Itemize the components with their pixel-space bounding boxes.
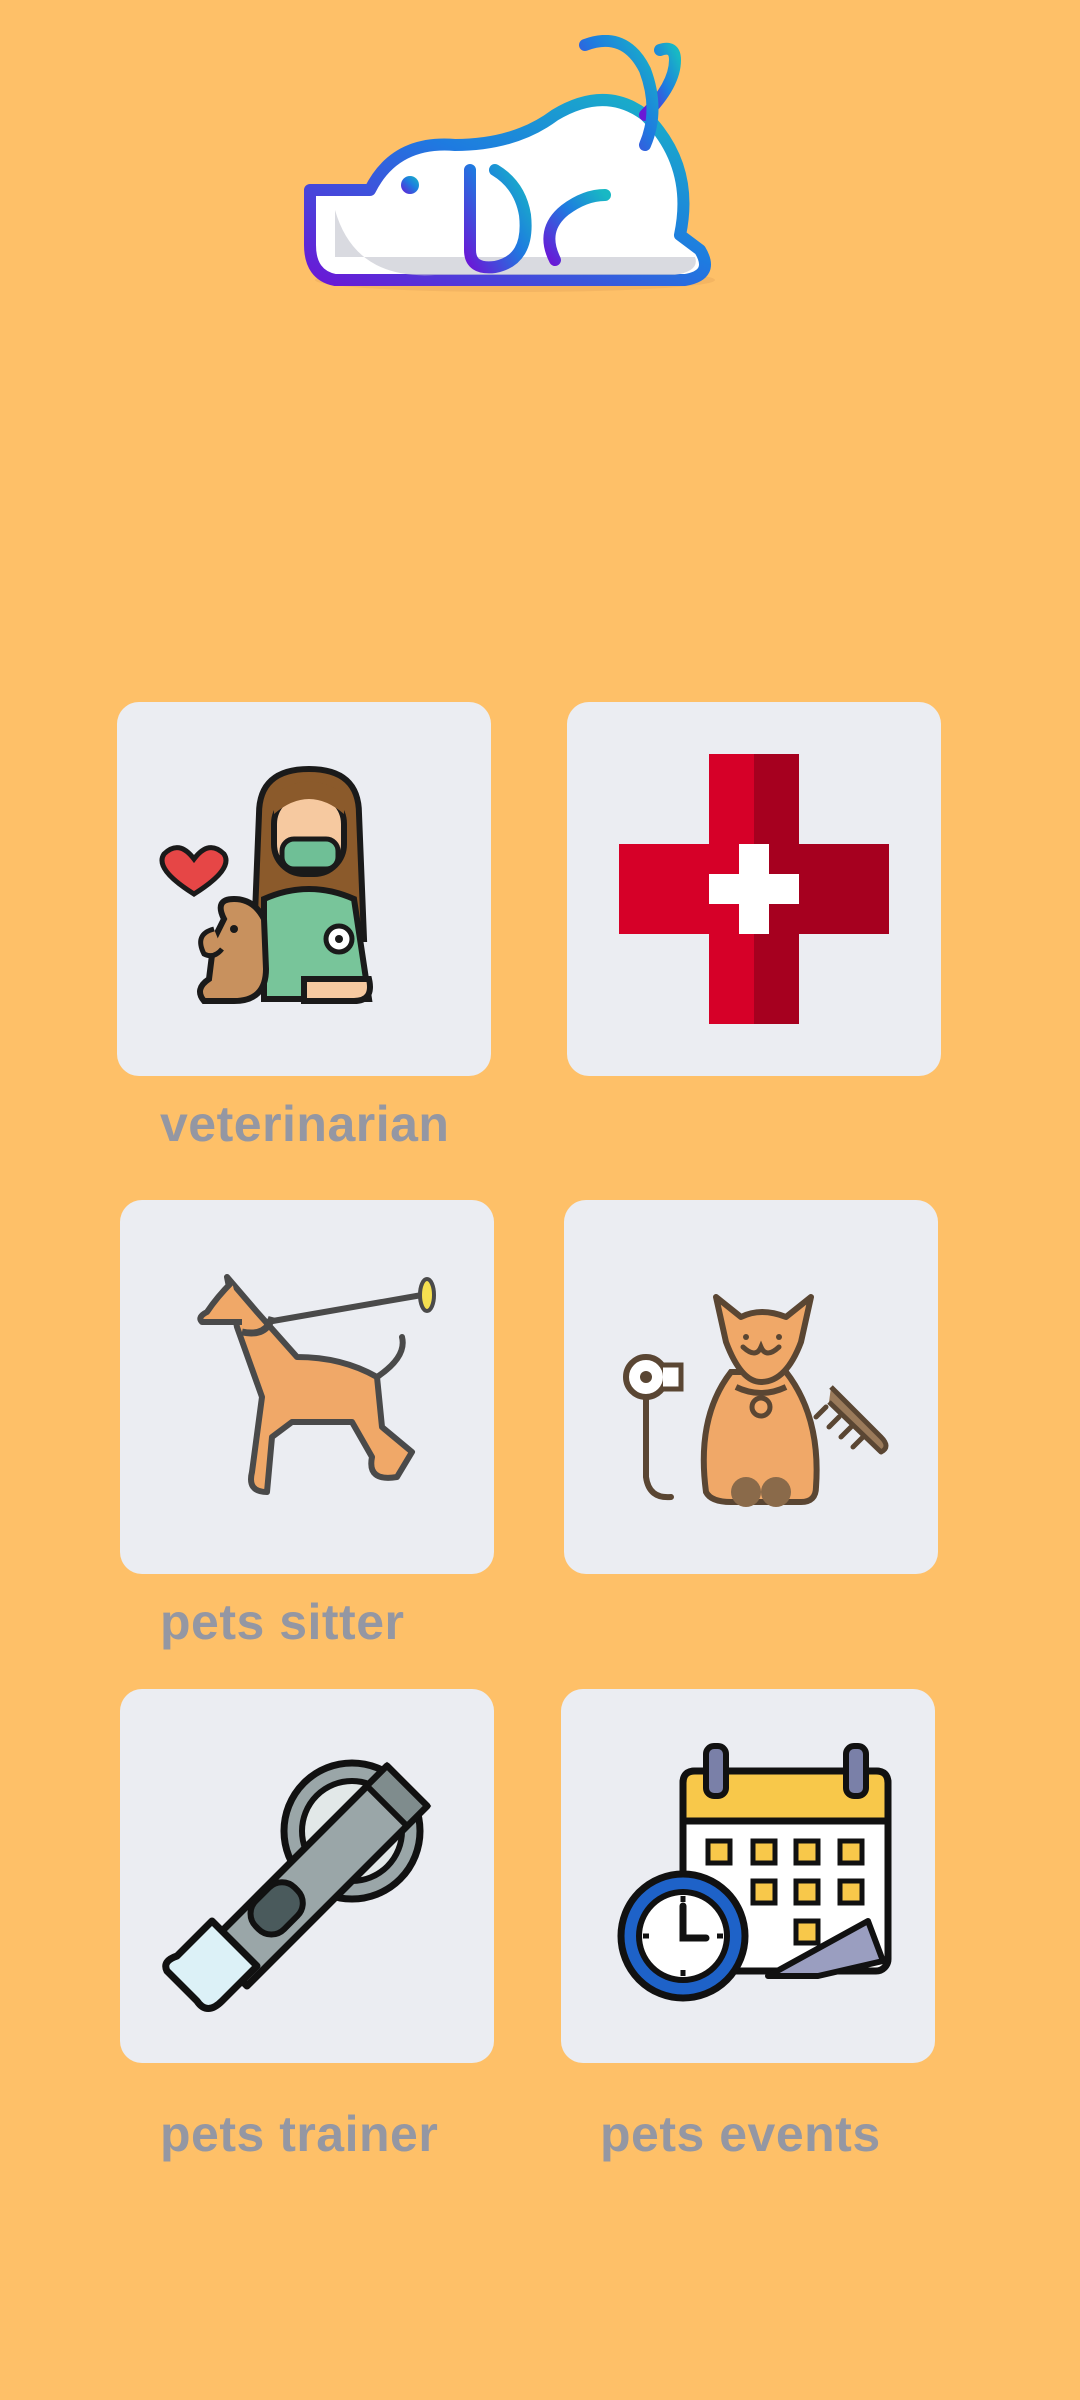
app-logo	[295, 35, 735, 295]
pets-sitter-label: pets sitter	[160, 1594, 405, 1650]
pets-trainer-tile[interactable]	[120, 1689, 494, 2063]
calendar-clock-icon	[617, 1743, 892, 2002]
pets-sitter-tile[interactable]	[120, 1200, 494, 1574]
sleeping-dog-logo-icon	[304, 35, 715, 292]
pets-grooming-tile[interactable]	[564, 1200, 938, 1574]
pets-trainer-label: pets trainer	[160, 2106, 439, 2162]
veterinarian-label: veterinarian	[160, 1096, 450, 1152]
first-aid-tile[interactable]	[567, 702, 941, 1076]
red-cross-icon	[619, 754, 889, 1024]
pets-events-label: pets events	[600, 2106, 881, 2162]
dog-on-leash-icon	[197, 1274, 436, 1495]
dog-whistle-icon	[162, 1759, 432, 2012]
pets-events-tile[interactable]	[561, 1689, 935, 2063]
veterinarian-with-dog-icon	[159, 765, 373, 1004]
veterinarian-tile[interactable]	[117, 702, 491, 1076]
cat-grooming-icon	[623, 1294, 889, 1507]
